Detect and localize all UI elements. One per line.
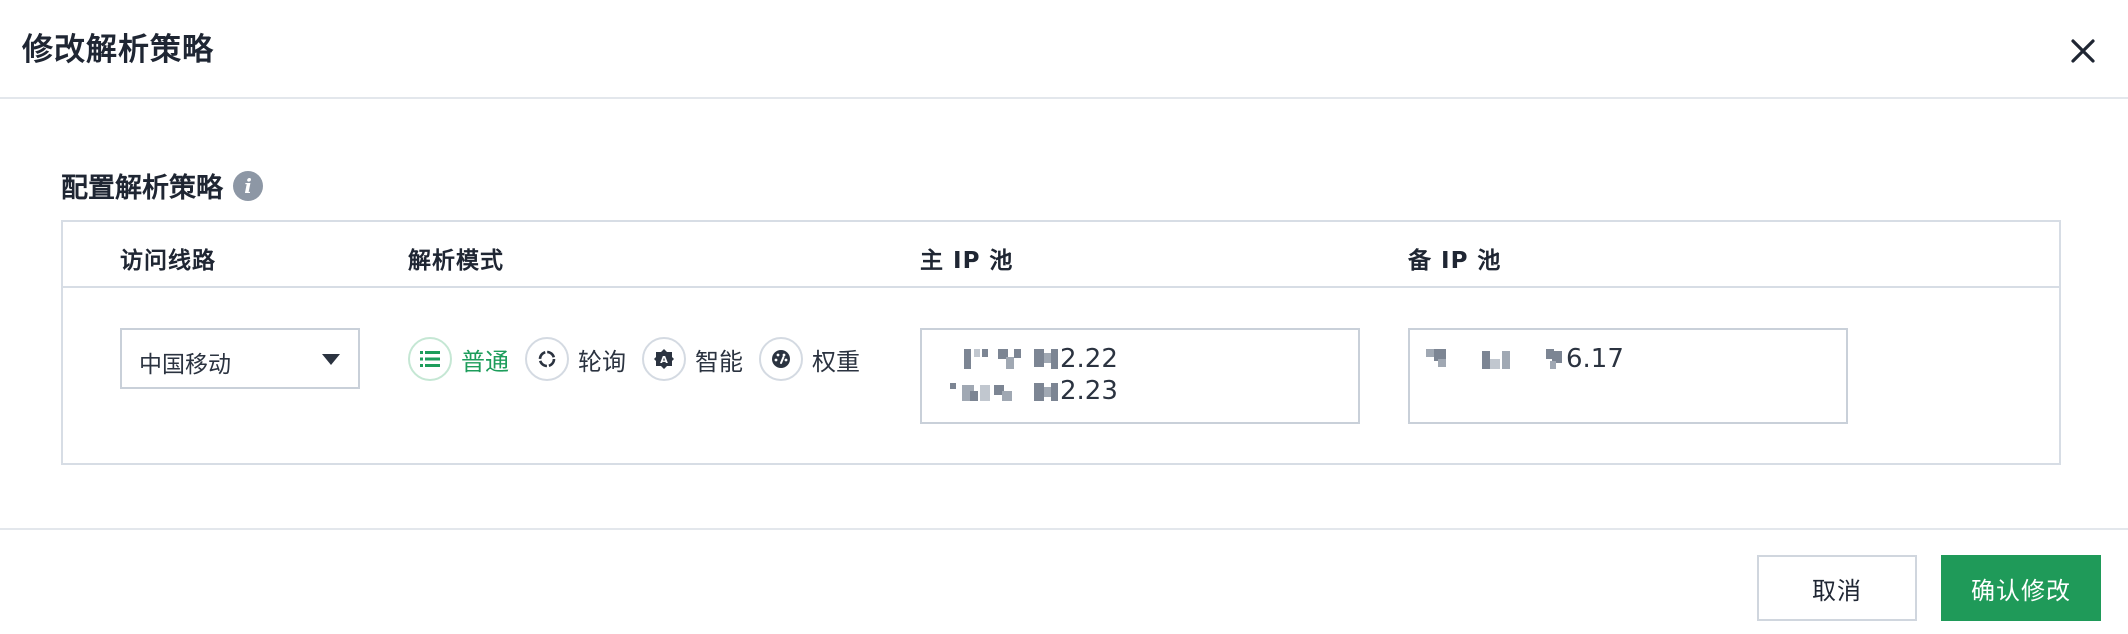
section-title: 配置解析策略 i (61, 166, 263, 205)
primary-ip-pool-input[interactable]: 2.22 2.23 (920, 328, 1360, 424)
header-mode: 解析模式 (408, 248, 504, 274)
primary-ip-suffix: 2.23 (1060, 376, 1118, 406)
section-title-text: 配置解析策略 (61, 173, 223, 204)
smart-icon: A (642, 337, 686, 381)
strategy-table: 访问线路 解析模式 主 IP 池 备 IP 池 中国移动 普通 轮询 A 智能 … (61, 220, 2061, 465)
mode-label-weight: 权重 (812, 347, 860, 376)
backup-ip-suffix: 6.17 (1566, 344, 1624, 374)
cancel-button[interactable]: 取消 (1757, 555, 1917, 621)
header-backup-pool: 备 IP 池 (1408, 248, 1502, 274)
dialog-title: 修改解析策略 (22, 32, 214, 68)
mode-option-weight[interactable]: 权重 (759, 337, 860, 381)
table-header: 访问线路 解析模式 主 IP 池 备 IP 池 (63, 222, 2059, 288)
caret-down-icon (322, 354, 340, 365)
mode-radio-group: 普通 轮询 A 智能 权重 (408, 337, 876, 381)
mode-label-round-robin: 轮询 (578, 347, 626, 376)
redacted-ip-prefix (1424, 347, 1564, 371)
mode-option-round-robin[interactable]: 轮询 (525, 337, 626, 381)
mode-option-normal[interactable]: 普通 (408, 337, 509, 381)
mode-label-smart: 智能 (695, 347, 743, 376)
round-robin-icon (525, 337, 569, 381)
gauge-icon (759, 337, 803, 381)
primary-ip-line: 2.22 (936, 344, 1118, 374)
mode-option-smart[interactable]: A 智能 (642, 337, 743, 381)
backup-ip-pool-input[interactable]: 6.17 (1408, 328, 1848, 424)
mode-label-normal: 普通 (461, 347, 509, 376)
line-select-value: 中国移动 (139, 352, 231, 378)
close-icon[interactable] (2066, 34, 2100, 68)
header-line: 访问线路 (120, 248, 216, 274)
confirm-button[interactable]: 确认修改 (1941, 555, 2101, 621)
primary-ip-line: 2.23 (936, 376, 1118, 406)
info-icon[interactable]: i (233, 170, 263, 201)
redacted-ip-prefix (936, 379, 1058, 403)
primary-ip-suffix: 2.22 (1060, 344, 1118, 374)
redacted-ip-prefix (936, 347, 1058, 371)
backup-ip-line: 6.17 (1424, 344, 1624, 374)
list-icon (408, 337, 452, 381)
line-select[interactable]: 中国移动 (120, 328, 360, 389)
footer-divider (0, 528, 2128, 530)
svg-text:A: A (660, 355, 668, 366)
dialog-header: 修改解析策略 (0, 0, 2128, 99)
header-primary-pool: 主 IP 池 (920, 248, 1014, 274)
